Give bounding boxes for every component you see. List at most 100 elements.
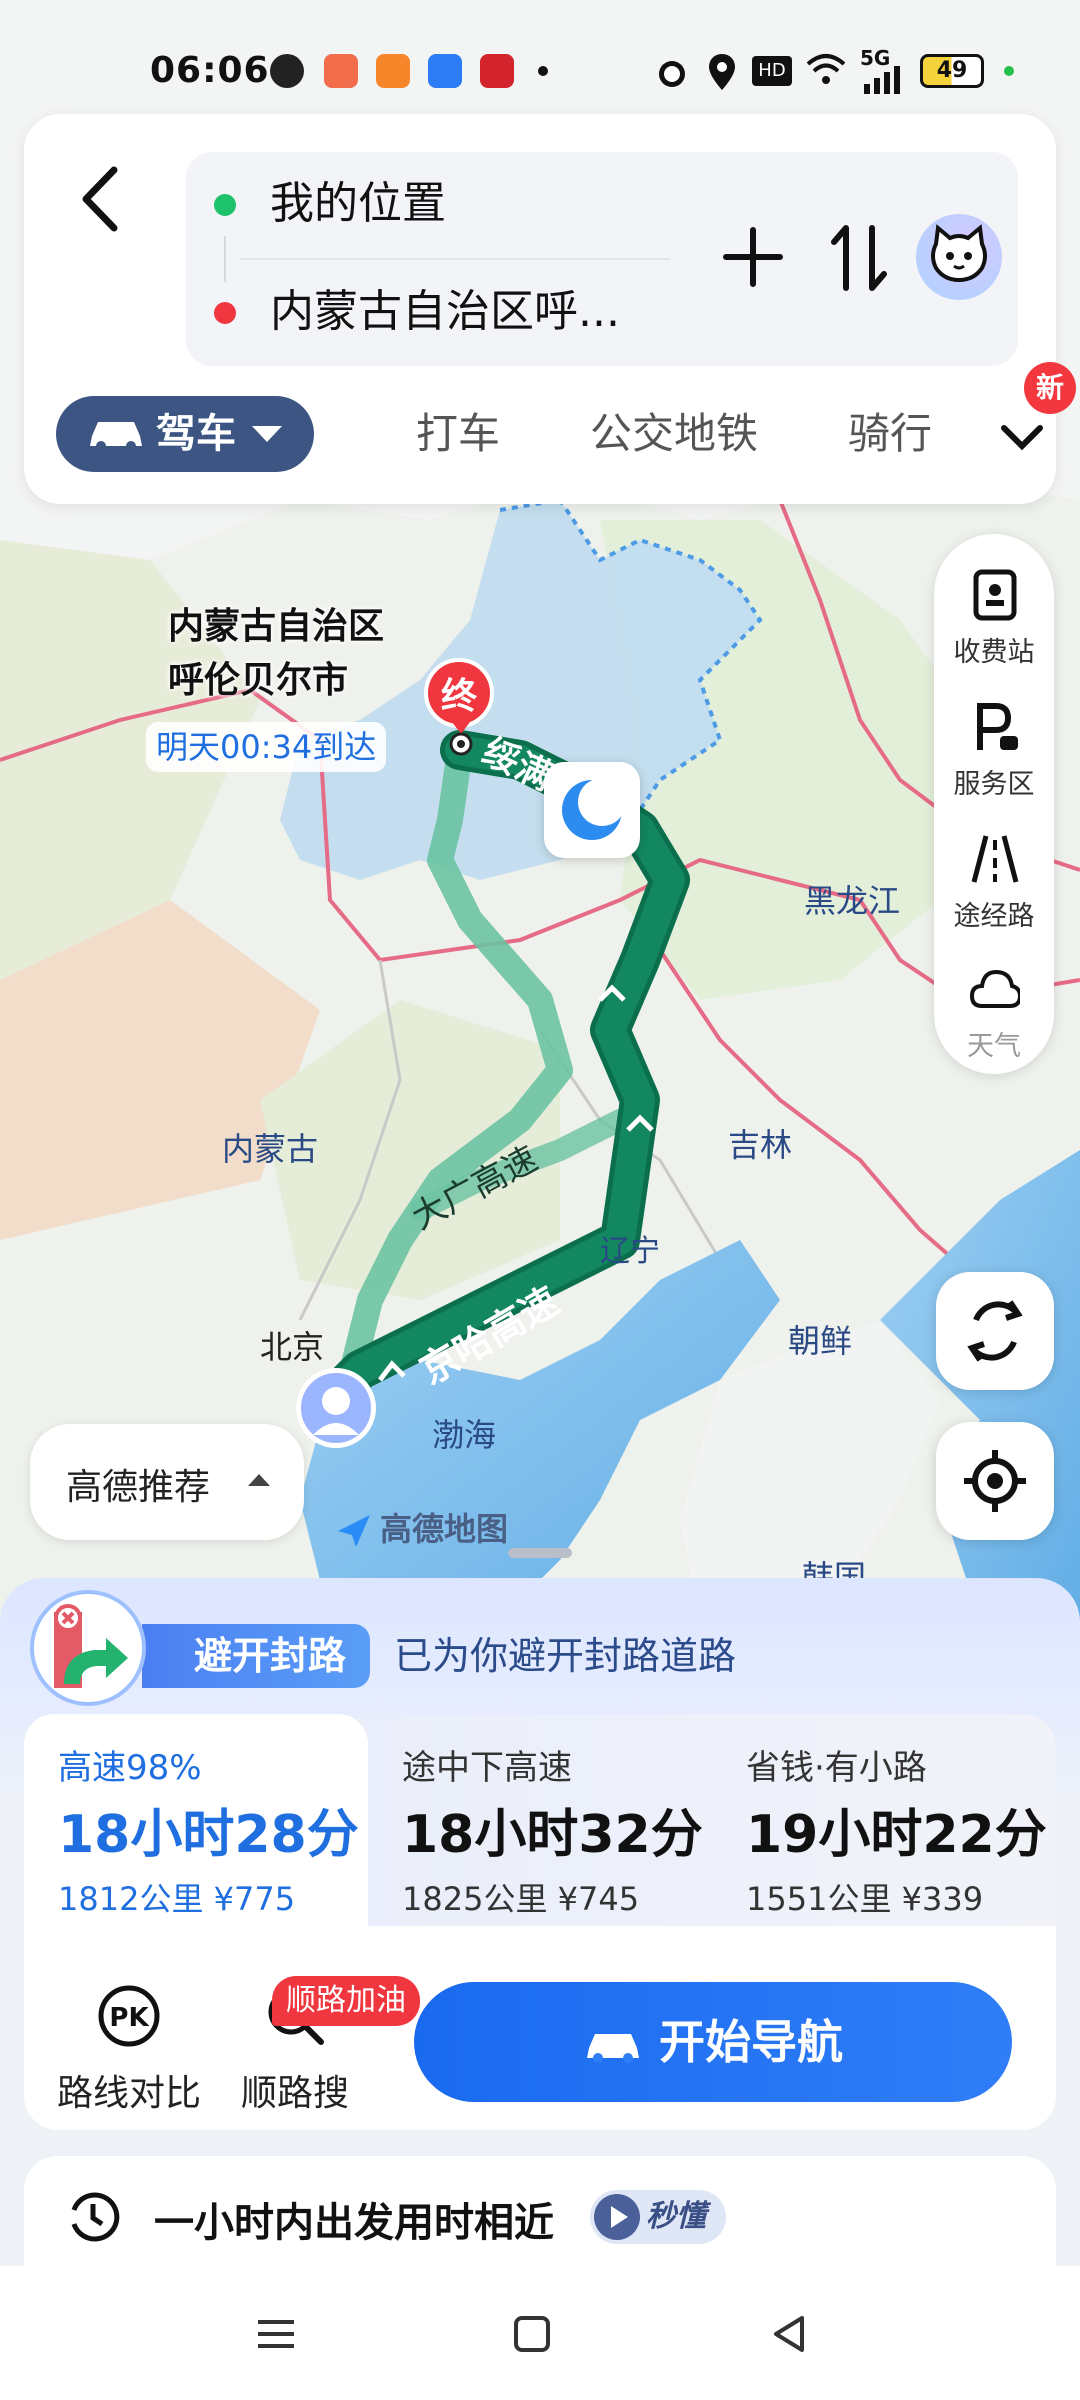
- road-icon: [971, 835, 1019, 883]
- route-3-toll: ¥339: [901, 1880, 984, 1918]
- route-3-duration: 19小时22分: [746, 1805, 1047, 1865]
- more-notifications-icon: [538, 66, 548, 76]
- end-marker-label: 终: [424, 658, 494, 728]
- route-compare-button[interactable]: PK 路线对比: [44, 1984, 214, 2116]
- more-modes-chevron-icon[interactable]: [992, 406, 1052, 466]
- explain-badge-label: 秒懂: [646, 2199, 706, 2234]
- toll-station-label: 收费站: [953, 637, 1035, 668]
- route-3-distance: 1551公里: [746, 1880, 892, 1918]
- tab-drive[interactable]: 驾车: [56, 396, 314, 472]
- car-icon: [587, 2033, 639, 2063]
- route-2-toll: ¥745: [557, 1880, 640, 1918]
- locate-me-button[interactable]: [936, 1422, 1054, 1540]
- road-closure-icon: [30, 1590, 146, 1706]
- fuel-along-route-badge: 顺路加油: [272, 1976, 420, 2026]
- route-3-meta: 1551公里 ¥339: [746, 1874, 983, 1920]
- address-divider: [240, 258, 670, 260]
- connector-line: [224, 236, 226, 282]
- chevron-up-icon: [248, 1474, 270, 1486]
- route-1-meta: 1812公里 ¥775: [58, 1874, 295, 1920]
- crosshair-icon: [964, 1450, 1026, 1512]
- pin-tail-icon: [449, 722, 473, 756]
- service-area-label: 服务区: [953, 769, 1035, 800]
- assistant-avatar-button[interactable]: [916, 214, 1002, 300]
- start-navigation-button[interactable]: 开始导航: [414, 1982, 1012, 2102]
- route-road-label: 途经路: [953, 901, 1035, 932]
- destination-marker[interactable]: 终: [420, 658, 500, 758]
- svg-text:PK: PK: [109, 2003, 149, 2033]
- toll-station-button[interactable]: 收费站: [934, 552, 1054, 682]
- sheet-drag-handle[interactable]: [508, 1548, 572, 1558]
- system-nav-bar: [0, 2266, 1080, 2400]
- amap-logo-text: 高德地图: [380, 1510, 509, 1548]
- map-label-jilin: 吉林: [728, 1126, 793, 1164]
- menu-icon[interactable]: [252, 2310, 300, 2358]
- route-3-tag: 省钱·有小路: [746, 1748, 927, 1788]
- departure-tip-text: 一小时内出发用时相近: [154, 2200, 554, 2246]
- start-navigation-label: 开始导航: [659, 2015, 843, 2069]
- tab-drive-label: 驾车: [156, 411, 236, 457]
- clock-icon: [71, 2192, 120, 2242]
- destination-name-line1: 内蒙古自治区: [168, 606, 385, 647]
- explain-badge[interactable]: 秒懂: [590, 2190, 726, 2244]
- avoid-closure-message: 已为你避开封路道路: [394, 1634, 737, 1678]
- tab-transit[interactable]: 公交地铁: [590, 396, 758, 472]
- status-time: 06:06: [150, 50, 270, 91]
- destination-name: 内蒙古自治区 呼伦贝尔市: [168, 600, 384, 708]
- swap-icon[interactable]: [826, 218, 892, 298]
- service-area-button[interactable]: 服务区: [934, 684, 1054, 814]
- tab-taxi[interactable]: 打车: [416, 396, 500, 472]
- origin-dot-icon: [214, 194, 236, 216]
- map-label-beijing: 北京: [260, 1328, 325, 1366]
- route-input-card: 我的位置 内蒙古自治区呼... 驾车 打车 公交地铁 骑行 新: [24, 114, 1076, 504]
- signal-icon: [864, 66, 900, 94]
- cat-face-icon: [931, 224, 987, 283]
- destination-name-line2: 呼伦贝尔市: [168, 660, 349, 701]
- service-area-icon: [977, 703, 1018, 750]
- map-label-chaoxian: 朝鲜: [788, 1322, 853, 1360]
- tab-cycling[interactable]: 骑行: [848, 396, 932, 472]
- route-1-duration: 18小时28分: [58, 1805, 359, 1865]
- route-1-tag: 高速98%: [58, 1748, 202, 1788]
- recommend-dropdown[interactable]: 高德推荐: [30, 1424, 304, 1540]
- map-label-neimenggu: 内蒙古: [222, 1130, 319, 1168]
- route-road-button[interactable]: 途经路: [934, 816, 1054, 946]
- alarm-icon: [659, 61, 685, 87]
- wechat-icon: [270, 54, 304, 88]
- weather-button[interactable]: 天气: [934, 946, 1054, 1076]
- home-icon[interactable]: [508, 2310, 556, 2358]
- weather-label: 天气: [967, 1031, 1021, 1062]
- route-2-duration: 18小时32分: [402, 1805, 703, 1865]
- route-option-2[interactable]: 途中下高速 18小时32分 1825公里 ¥745: [368, 1714, 712, 1926]
- origin-text: 我的位置: [270, 178, 446, 229]
- app-notification-icon: [324, 54, 358, 88]
- pk-icon: PK: [98, 1985, 160, 2047]
- route-2-distance: 1825公里: [402, 1880, 548, 1918]
- status-bar: 06:06 HD 5G 49: [0, 40, 1080, 104]
- hd-icon: HD: [752, 56, 792, 86]
- road-closure-notice[interactable]: 避开封路 已为你避开封路道路: [30, 1586, 1050, 1706]
- amap-logo-icon: [338, 1515, 370, 1547]
- route-2-tag: 途中下高速: [402, 1748, 572, 1788]
- add-waypoint-button[interactable]: [716, 220, 790, 294]
- shield-app-icon: [428, 54, 462, 88]
- map-tools-panel: 收费站 服务区 途经路 天气: [934, 534, 1054, 1074]
- route-option-1[interactable]: 高速98% 18小时28分 1812公里 ¥775: [24, 1714, 368, 1926]
- refresh-icon: [967, 1300, 1023, 1362]
- back-icon[interactable]: [766, 2310, 814, 2358]
- location-icon: [709, 54, 735, 90]
- avoid-closure-pill: 避开封路: [142, 1624, 370, 1688]
- refresh-route-button[interactable]: [936, 1272, 1054, 1390]
- route-compare-label: 路线对比: [56, 2073, 201, 2114]
- chevron-down-icon: [252, 426, 282, 442]
- my-location-avatar: [296, 1368, 376, 1448]
- new-badge: 新: [1024, 362, 1076, 414]
- app-notification-icon-3: [480, 54, 514, 88]
- map-label-bohai: 渤海: [432, 1416, 497, 1454]
- destination-text: 内蒙古自治区呼...: [270, 286, 620, 337]
- route-option-3[interactable]: 省钱·有小路 19小时22分 1551公里 ¥339: [712, 1714, 1056, 1926]
- amap-logo: 高德地图: [334, 1504, 508, 1548]
- back-arrow-icon[interactable]: [64, 154, 134, 244]
- privacy-indicator-dot: [1004, 66, 1014, 76]
- night-arrival-icon: [544, 762, 640, 882]
